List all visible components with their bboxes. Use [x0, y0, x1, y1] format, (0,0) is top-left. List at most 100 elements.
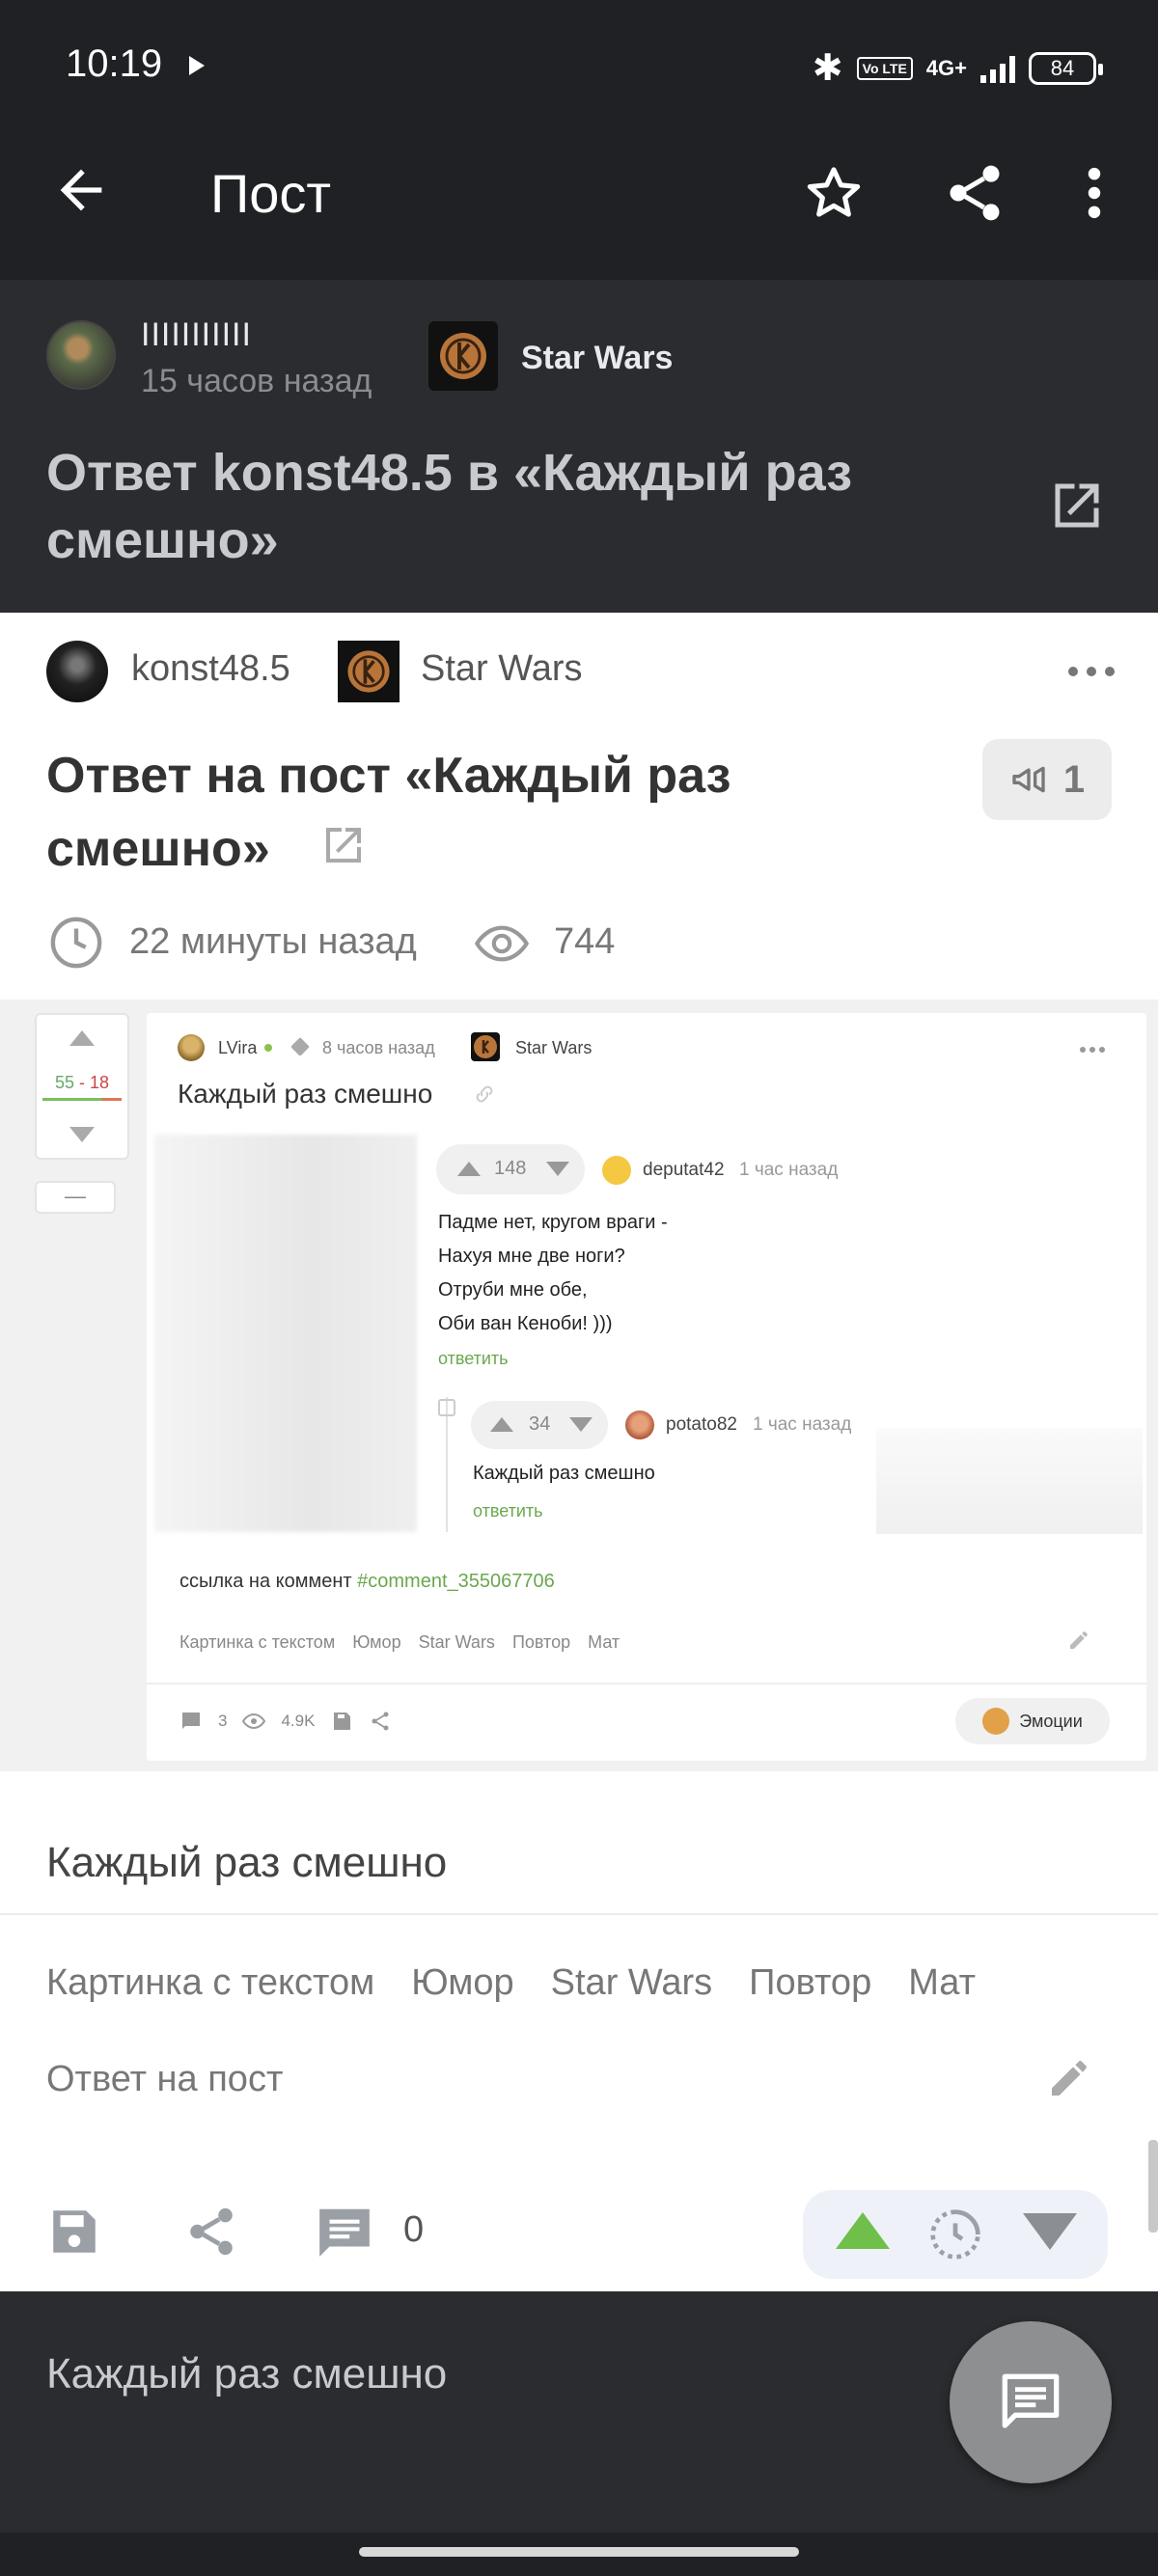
- clock-later-icon[interactable]: [928, 2207, 982, 2261]
- embed-comment-count: 3: [218, 1712, 228, 1730]
- tag-link[interactable]: Юмор: [411, 1962, 513, 2004]
- post-text: Каждый раз смешно: [46, 1839, 448, 1886]
- embed-tag: Юмор: [352, 1632, 401, 1652]
- tag-link[interactable]: Повтор: [749, 1962, 871, 2004]
- inner-author-avatar[interactable]: [46, 641, 108, 702]
- comment-score: 34: [529, 1413, 551, 1435]
- embed-community-icon: [471, 1032, 500, 1061]
- blurred-image-area: [154, 1135, 417, 1532]
- embed-community-name: Star Wars: [515, 1038, 593, 1057]
- embed-upvote-icon: [69, 1030, 95, 1046]
- more-vert-icon[interactable]: [1073, 160, 1116, 226]
- save-icon[interactable]: [46, 2204, 102, 2260]
- status-time: 10:19: [66, 42, 163, 85]
- post-tags: Картинка с текстом Юмор Star Wars Повтор…: [46, 1962, 976, 2004]
- embed-title: Каждый раз смешно: [178, 1079, 433, 1109]
- upvote-icon: [490, 1417, 513, 1432]
- embed-collapse-button: —: [35, 1181, 116, 1214]
- post-time: 15 часов назад: [141, 363, 372, 399]
- share-icon: [372, 1712, 389, 1731]
- inner-author-name[interactable]: konst48.5: [131, 648, 290, 690]
- comment-text: Падме нет, кругом враги - Нахуя мне две …: [438, 1212, 668, 1334]
- promote-badge[interactable]: 1: [982, 739, 1112, 820]
- badge-count: 1: [1062, 757, 1086, 801]
- embed-tag: Мат: [588, 1632, 620, 1652]
- views-count: 744: [554, 921, 616, 962]
- inner-community-name[interactable]: Star Wars: [421, 648, 583, 690]
- downvote-icon: [569, 1417, 593, 1432]
- embed-author-avatar: [178, 1034, 205, 1061]
- embed-comment-link: ссылка на коммент #comment_355067706: [179, 1571, 555, 1592]
- tag-link[interactable]: Мат: [908, 1962, 976, 2004]
- comments-fab[interactable]: [950, 2321, 1112, 2483]
- reply-to-post-link[interactable]: Ответ на пост: [46, 2059, 283, 2100]
- share-icon[interactable]: [942, 160, 1007, 226]
- signal-icon: [980, 54, 1015, 83]
- pencil-icon[interactable]: [1046, 2055, 1092, 2101]
- embed-tag: Картинка с текстом: [179, 1632, 336, 1652]
- comment-reply-link: ответить: [473, 1501, 543, 1521]
- embed-downvote-icon: [69, 1127, 95, 1142]
- bottom-post-title: Каждый раз смешно: [46, 2350, 448, 2398]
- online-dot-icon: [264, 1044, 272, 1052]
- pencil-icon: [1070, 1631, 1088, 1649]
- chat-icon: [1002, 2373, 1060, 2428]
- embed-tag: Star Wars: [418, 1632, 495, 1652]
- share-icon[interactable]: [183, 2204, 239, 2260]
- comment-icon[interactable]: [315, 2204, 374, 2260]
- comment-reply-link: ответить: [438, 1349, 509, 1368]
- author-avatar[interactable]: [46, 320, 116, 390]
- embed-footer: 3 4.9K: [179, 1710, 392, 1733]
- home-gesture-handle[interactable]: [359, 2547, 799, 2557]
- upvote-button[interactable]: [836, 2212, 890, 2249]
- star-icon[interactable]: [801, 160, 867, 226]
- embed-time: 8 часов назад: [322, 1038, 435, 1057]
- eye-icon: [242, 1713, 266, 1730]
- downvote-icon: [546, 1162, 569, 1176]
- volte-icon: Vo LTE: [856, 56, 913, 80]
- comment-text: Каждый раз смешно: [473, 1463, 655, 1484]
- eye-icon: [475, 925, 529, 962]
- community-name[interactable]: Star Wars: [521, 340, 673, 377]
- more-horiz-icon: [1080, 1047, 1105, 1053]
- embed-author-name: LVira: [218, 1038, 258, 1057]
- emotion-face-icon: [982, 1708, 1010, 1735]
- tag-link[interactable]: Картинка с текстом: [46, 1962, 374, 2004]
- link-icon: [476, 1085, 493, 1103]
- page-title: Пост: [210, 163, 332, 224]
- scrollbar[interactable]: [1148, 2140, 1158, 2233]
- battery-icon: 84: [1029, 51, 1103, 85]
- comment-count: 0: [403, 2209, 425, 2250]
- embed-views: 4.9K: [281, 1712, 316, 1730]
- author-name[interactable]: IIIIIIIIIII: [141, 316, 252, 354]
- tag-link[interactable]: Star Wars: [551, 1962, 713, 2004]
- comment-avatar: [625, 1411, 654, 1439]
- embed-divider: [147, 1683, 1146, 1685]
- open-external-icon[interactable]: [1048, 477, 1106, 534]
- upvote-icon: [457, 1162, 481, 1176]
- network-type: 4G+: [925, 55, 967, 80]
- megaphone-icon: [1012, 766, 1045, 793]
- back-arrow-icon[interactable]: [50, 159, 112, 221]
- blurred-image-area: [876, 1428, 1143, 1534]
- comment-author: deputat42: [643, 1160, 725, 1180]
- open-external-icon[interactable]: [320, 822, 367, 868]
- comment-author: potato82: [666, 1414, 737, 1435]
- more-horiz-icon[interactable]: [1067, 664, 1116, 679]
- post-title: Ответ konst48.5 в «Каждый раз смешно»: [46, 444, 853, 569]
- comment-icon: [182, 1713, 200, 1729]
- comment-avatar: [602, 1156, 631, 1185]
- comment-score: 148: [494, 1158, 527, 1179]
- embed-tags: Картинка с текстом Юмор Star Wars Повтор…: [179, 1632, 620, 1653]
- downvote-button[interactable]: [1023, 2213, 1077, 2250]
- inner-post-time: 22 минуты назад: [129, 921, 417, 962]
- community-icon[interactable]: [428, 321, 498, 391]
- comment-time: 1 час назад: [739, 1160, 839, 1180]
- save-icon: [334, 1713, 351, 1730]
- status-icons: ✱ Vo LTE 4G+ 84: [813, 46, 1103, 90]
- inner-community-icon[interactable]: [338, 641, 400, 702]
- embed-vote-ratio-bar: [42, 1098, 122, 1101]
- collapse-thread-icon: [438, 1399, 455, 1416]
- divider: [0, 1913, 1158, 1915]
- clock-icon: [50, 917, 102, 969]
